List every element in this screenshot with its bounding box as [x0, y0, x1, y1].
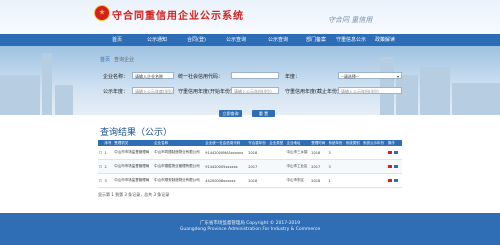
col-year: 守合重年份 — [247, 140, 269, 146]
public-year-input[interactable]: 请输入公示年度(4位) — [132, 87, 174, 94]
nav-item-contract[interactable]: 合同(登) — [187, 36, 206, 43]
start-year-input[interactable]: 请输入公示年份(4位) — [231, 87, 279, 94]
col-accept-time: 受理时间 — [310, 140, 328, 146]
nav-item-home[interactable]: 首页 — [112, 36, 122, 43]
search-button[interactable]: 立即查询 — [219, 110, 242, 117]
col-type: 企业类型 — [268, 140, 286, 146]
year-select-value: --请选择-- — [341, 74, 359, 79]
end-year-label: 守重信用年度(截止年份)： — [285, 89, 344, 95]
credit-code-input[interactable] — [231, 72, 279, 79]
col-sys-public-year: 系统公示年份 — [362, 140, 387, 146]
detail-icon[interactable] — [393, 165, 398, 168]
nav-item-credit-info[interactable]: 守重信息公示 — [336, 36, 366, 43]
year-label: 年度： — [285, 74, 301, 80]
view-icon[interactable] — [387, 179, 392, 182]
reset-button[interactable]: 重 置 — [252, 110, 275, 117]
footer-copyright: 广东省市场监督管理局 Copyright © 2017-2019 — [199, 221, 301, 226]
top-header: 守合同重信用企业公示系统 守合同 重信用 — [0, 0, 500, 34]
nav-item-query[interactable]: 公示查询 — [268, 36, 288, 43]
detail-icon[interactable] — [393, 151, 398, 154]
footer-org: Guangdong Province Administration For In… — [179, 227, 321, 232]
nav-item-filing[interactable]: 部门备案 — [306, 36, 326, 43]
table-row[interactable]: ☐ 2 中山市市场监督管理局 中山市德胜物业管理有限公司 914420005xx… — [98, 159, 402, 174]
credit-code-label: 统一社会信用代码： — [178, 74, 224, 80]
year-select[interactable]: --请选择-- ▾ — [338, 72, 402, 79]
results-title: 查询结果（公示） — [100, 128, 173, 138]
table-row[interactable]: ☐ 1 中山市市场监督管理局 中山市同德制造物业有限公司 91442000MA5… — [98, 146, 402, 160]
footer: 广东省市场监督管理局 Copyright © 2017-2019 Guangdo… — [0, 213, 500, 245]
national-emblem-icon — [94, 5, 110, 21]
main-nav: 首页 公示通知 合同(登) 公示查询 公示查询 部门备案 守重信息公示 政策解读 — [0, 34, 500, 46]
end-year-input[interactable]: 请输入公示年份(4位) — [338, 87, 402, 94]
site-title: 守合同重信用企业公示系统 — [112, 11, 244, 22]
company-name-label: 企业名称： — [103, 74, 129, 80]
site-slogan: 守合同 重信用 — [328, 16, 373, 24]
row-actions — [386, 146, 402, 160]
city-banner — [0, 46, 500, 115]
nav-item-public-query[interactable]: 公示查询 — [226, 36, 246, 43]
table-row[interactable]: ☐ 3 中山市市场监督管理局 中山市顺安制造物业有限公司 44200008xxx… — [98, 173, 402, 188]
pagination-info: 显示第 1 到第 3 条记录，总共 3 条记录 — [98, 192, 170, 197]
detail-icon[interactable] — [393, 179, 398, 182]
chevron-down-icon: ▾ — [396, 74, 399, 79]
subtab-home[interactable]: 首页 — [100, 56, 110, 63]
start-year-label: 守重信用年度(开始年份)： — [178, 89, 237, 95]
row-actions — [386, 173, 402, 188]
subtab-query[interactable]: 查询企业 — [114, 56, 134, 63]
view-icon[interactable] — [387, 165, 392, 168]
company-name-input[interactable]: 请输入企业名称 — [132, 72, 174, 79]
nav-item-policy[interactable]: 政策解读 — [375, 36, 395, 43]
col-sys-year: 系统年份 — [327, 140, 345, 146]
view-icon[interactable] — [387, 151, 392, 154]
nav-item-notice[interactable]: 公示通知 — [147, 36, 167, 43]
results-table: 序号 受理机关 企业名称 企业统一社会信用代码 守合重年份 企业类型 企业地址 … — [98, 140, 402, 188]
col-sys-category: 系统类别 — [344, 140, 362, 146]
public-year-label: 公示年度： — [103, 89, 129, 95]
row-actions — [386, 159, 402, 174]
